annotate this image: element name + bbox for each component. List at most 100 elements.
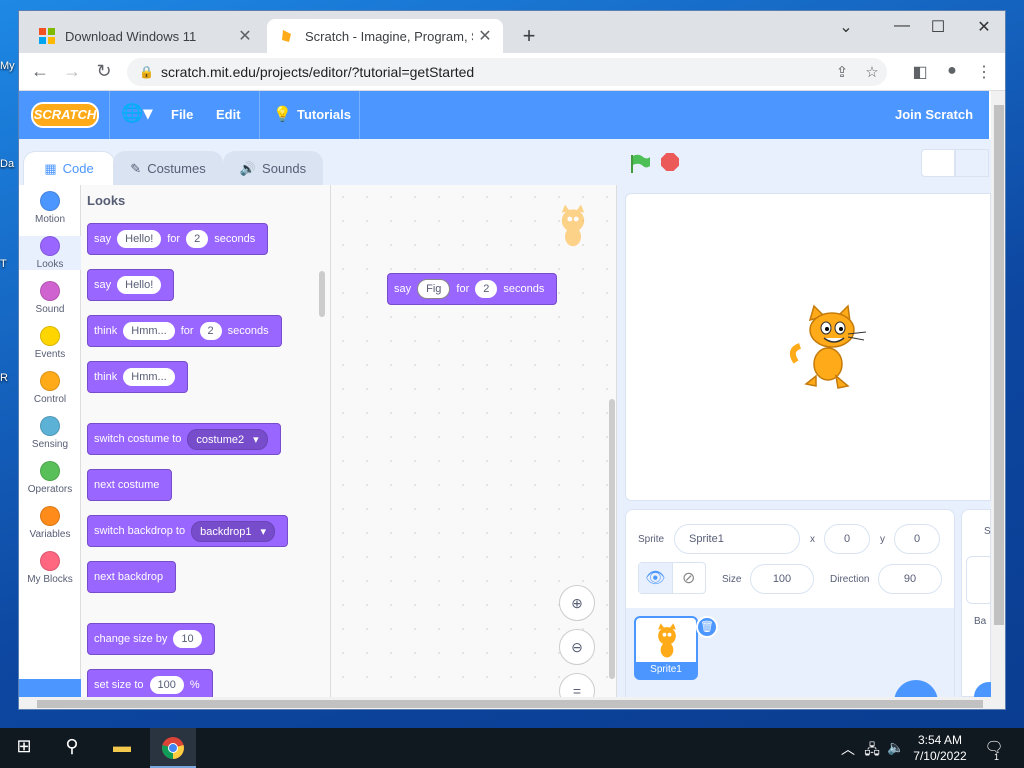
back-icon[interactable]: ← xyxy=(29,61,51,82)
new-tab-icon[interactable]: + xyxy=(517,23,541,49)
switch-backdrop-block[interactable]: switch backdrop to backdrop1 ▾ xyxy=(87,515,289,547)
large-stage-icon[interactable] xyxy=(955,149,989,177)
category-my-blocks[interactable]: My Blocks xyxy=(19,551,81,585)
zoom-in-icon[interactable]: ⊕ xyxy=(559,585,595,621)
category-looks[interactable]: Looks xyxy=(19,236,81,270)
set-size-block[interactable]: set size to 100% xyxy=(87,669,213,697)
edit-menu[interactable]: Edit xyxy=(216,107,241,122)
chrome-taskbar-button[interactable] xyxy=(150,728,196,768)
close-tab-icon[interactable]: ✕ xyxy=(233,26,257,46)
omnibox[interactable]: 🔒 scratch.mit.edu/projects/editor/?tutor… xyxy=(127,58,887,86)
extension-button[interactable] xyxy=(19,679,81,697)
hide-eye-icon[interactable]: ⊘ xyxy=(671,563,706,593)
clock-time: 3:54 AM xyxy=(917,733,963,747)
code-workspace[interactable]: say Fig for 2 seconds ⊕ ⊖ = xyxy=(331,185,617,709)
sprite-thumbnail[interactable]: Sprite1 🗑 xyxy=(634,616,718,680)
file-menu[interactable]: File xyxy=(171,107,193,122)
tab-code-label: Code xyxy=(62,161,94,176)
backdrop-thumbnail[interactable] xyxy=(966,556,994,604)
workspace-scrollbar[interactable] xyxy=(609,399,615,679)
tab-download-windows[interactable]: Download Windows 11 ✕ xyxy=(27,19,263,53)
x-input[interactable]: 0 xyxy=(824,524,870,554)
category-motion[interactable]: Motion xyxy=(19,191,81,225)
more-menu-icon[interactable]: ⋮ xyxy=(971,62,997,82)
brush-icon: ✎ xyxy=(130,160,142,176)
think-block[interactable]: think Hmm... xyxy=(87,361,188,393)
share-icon[interactable]: ⇪ xyxy=(827,63,857,81)
minimize-icon[interactable]: — xyxy=(887,17,917,35)
desktop-icon-label[interactable]: My xyxy=(0,60,15,72)
reload-icon[interactable]: ↻ xyxy=(93,61,115,82)
tab-costumes[interactable]: ✎ Costumes xyxy=(113,151,223,185)
sprite-name-input[interactable]: Sprite1 xyxy=(674,524,800,554)
volume-icon[interactable]: 🔈 xyxy=(884,739,908,756)
say-text-input[interactable]: Fig xyxy=(417,279,451,299)
block-palette: Looks say Hello! for 2 seconds say Hello! thi… xyxy=(81,185,331,697)
direction-label: Direction xyxy=(830,574,870,585)
sprite-watermark-icon xyxy=(561,204,585,247)
small-stage-icon[interactable] xyxy=(921,149,955,177)
network-icon[interactable]: 🖧 xyxy=(860,739,884,763)
profile-avatar-icon[interactable]: ● xyxy=(939,62,965,80)
size-label: Size xyxy=(722,574,742,585)
stage[interactable] xyxy=(625,193,991,501)
zoom-out-icon[interactable]: ⊖ xyxy=(559,629,595,665)
category-operators[interactable]: Operators xyxy=(19,461,81,495)
workspace-say-block[interactable]: say Fig for 2 seconds xyxy=(387,273,558,305)
backdrop-panel[interactable]: S Ba xyxy=(961,509,1004,709)
page-vertical-scrollbar[interactable] xyxy=(991,91,1005,697)
show-eye-icon[interactable]: 👁 xyxy=(639,563,672,593)
category-variables[interactable]: Variables xyxy=(19,506,81,540)
tab-code[interactable]: ▦ Code xyxy=(23,151,115,185)
category-sound[interactable]: Sound xyxy=(19,281,81,315)
size-input[interactable]: 100 xyxy=(750,564,814,594)
tab-strip: Download Windows 11 ✕ Scratch - Imagine,… xyxy=(19,11,1005,53)
green-flag-icon[interactable] xyxy=(629,153,651,175)
next-costume-block[interactable]: next costume xyxy=(87,469,173,501)
scratch-menubar: SCRATCH 🌐▾ File Edit 💡 Tutorials Join Sc… xyxy=(19,91,989,139)
say-for-secs-block[interactable]: say Hello! for 2 seconds xyxy=(87,223,269,255)
chevron-down-icon[interactable]: ⌄ xyxy=(831,17,861,37)
think-for-secs-block[interactable]: think Hmm... for 2 seconds xyxy=(87,315,282,347)
globe-language-icon[interactable]: 🌐▾ xyxy=(121,103,152,124)
tutorials-menu[interactable]: Tutorials xyxy=(297,107,351,122)
desktop-icon-label[interactable]: Da xyxy=(0,158,14,170)
close-window-icon[interactable]: ✕ xyxy=(969,17,999,37)
cat-sprite[interactable] xyxy=(786,302,876,392)
scratch-logo[interactable]: SCRATCH xyxy=(31,102,99,128)
category-events[interactable]: Events xyxy=(19,326,81,360)
search-icon[interactable]: ⚲ xyxy=(60,736,84,757)
category-menu: Motion Looks Sound Events Control Sensin… xyxy=(19,185,81,697)
join-scratch-link[interactable]: Join Scratch xyxy=(895,107,973,122)
sprite-list: Sprite1 🗑 xyxy=(626,608,954,709)
chevron-up-icon[interactable]: ︿ xyxy=(836,739,860,759)
windows-logo-icon xyxy=(39,28,55,44)
file-explorer-icon[interactable]: ▬ xyxy=(110,736,134,757)
desktop-icon-label[interactable]: T xyxy=(0,258,7,270)
category-control[interactable]: Control xyxy=(19,371,81,405)
category-sensing[interactable]: Sensing xyxy=(19,416,81,450)
url-text[interactable]: scratch.mit.edu/projects/editor/?tutoria… xyxy=(161,64,827,80)
start-windows-icon[interactable]: ⊞ xyxy=(12,736,36,757)
next-backdrop-block[interactable]: next backdrop xyxy=(87,561,177,593)
clock[interactable]: 3:54 AM 7/10/2022 xyxy=(910,732,970,764)
y-label: y xyxy=(880,534,885,545)
tab-sounds[interactable]: 🔊 Sounds xyxy=(223,151,323,185)
y-input[interactable]: 0 xyxy=(894,524,940,554)
desktop-icon-label[interactable]: R xyxy=(0,372,8,384)
close-tab-icon[interactable]: ✕ xyxy=(473,26,497,46)
switch-costume-block[interactable]: switch costume to costume2 ▾ xyxy=(87,423,281,455)
maximize-icon[interactable]: ☐ xyxy=(923,17,953,37)
lock-icon: 🔒 xyxy=(139,65,154,79)
direction-input[interactable]: 90 xyxy=(878,564,942,594)
palette-scrollbar[interactable] xyxy=(319,271,325,317)
stop-icon[interactable] xyxy=(661,153,679,171)
say-block[interactable]: say Hello! xyxy=(87,269,175,301)
forward-icon[interactable]: → xyxy=(61,61,83,82)
delete-sprite-icon[interactable]: 🗑 xyxy=(696,616,718,638)
side-panel-icon[interactable]: ◧ xyxy=(907,62,933,82)
change-size-block[interactable]: change size by 10 xyxy=(87,623,215,655)
bookmark-star-icon[interactable]: ☆ xyxy=(857,63,887,81)
page-horizontal-scrollbar[interactable] xyxy=(19,697,1005,709)
tab-scratch[interactable]: Scratch - Imagine, Program, Shar ✕ xyxy=(267,19,503,53)
